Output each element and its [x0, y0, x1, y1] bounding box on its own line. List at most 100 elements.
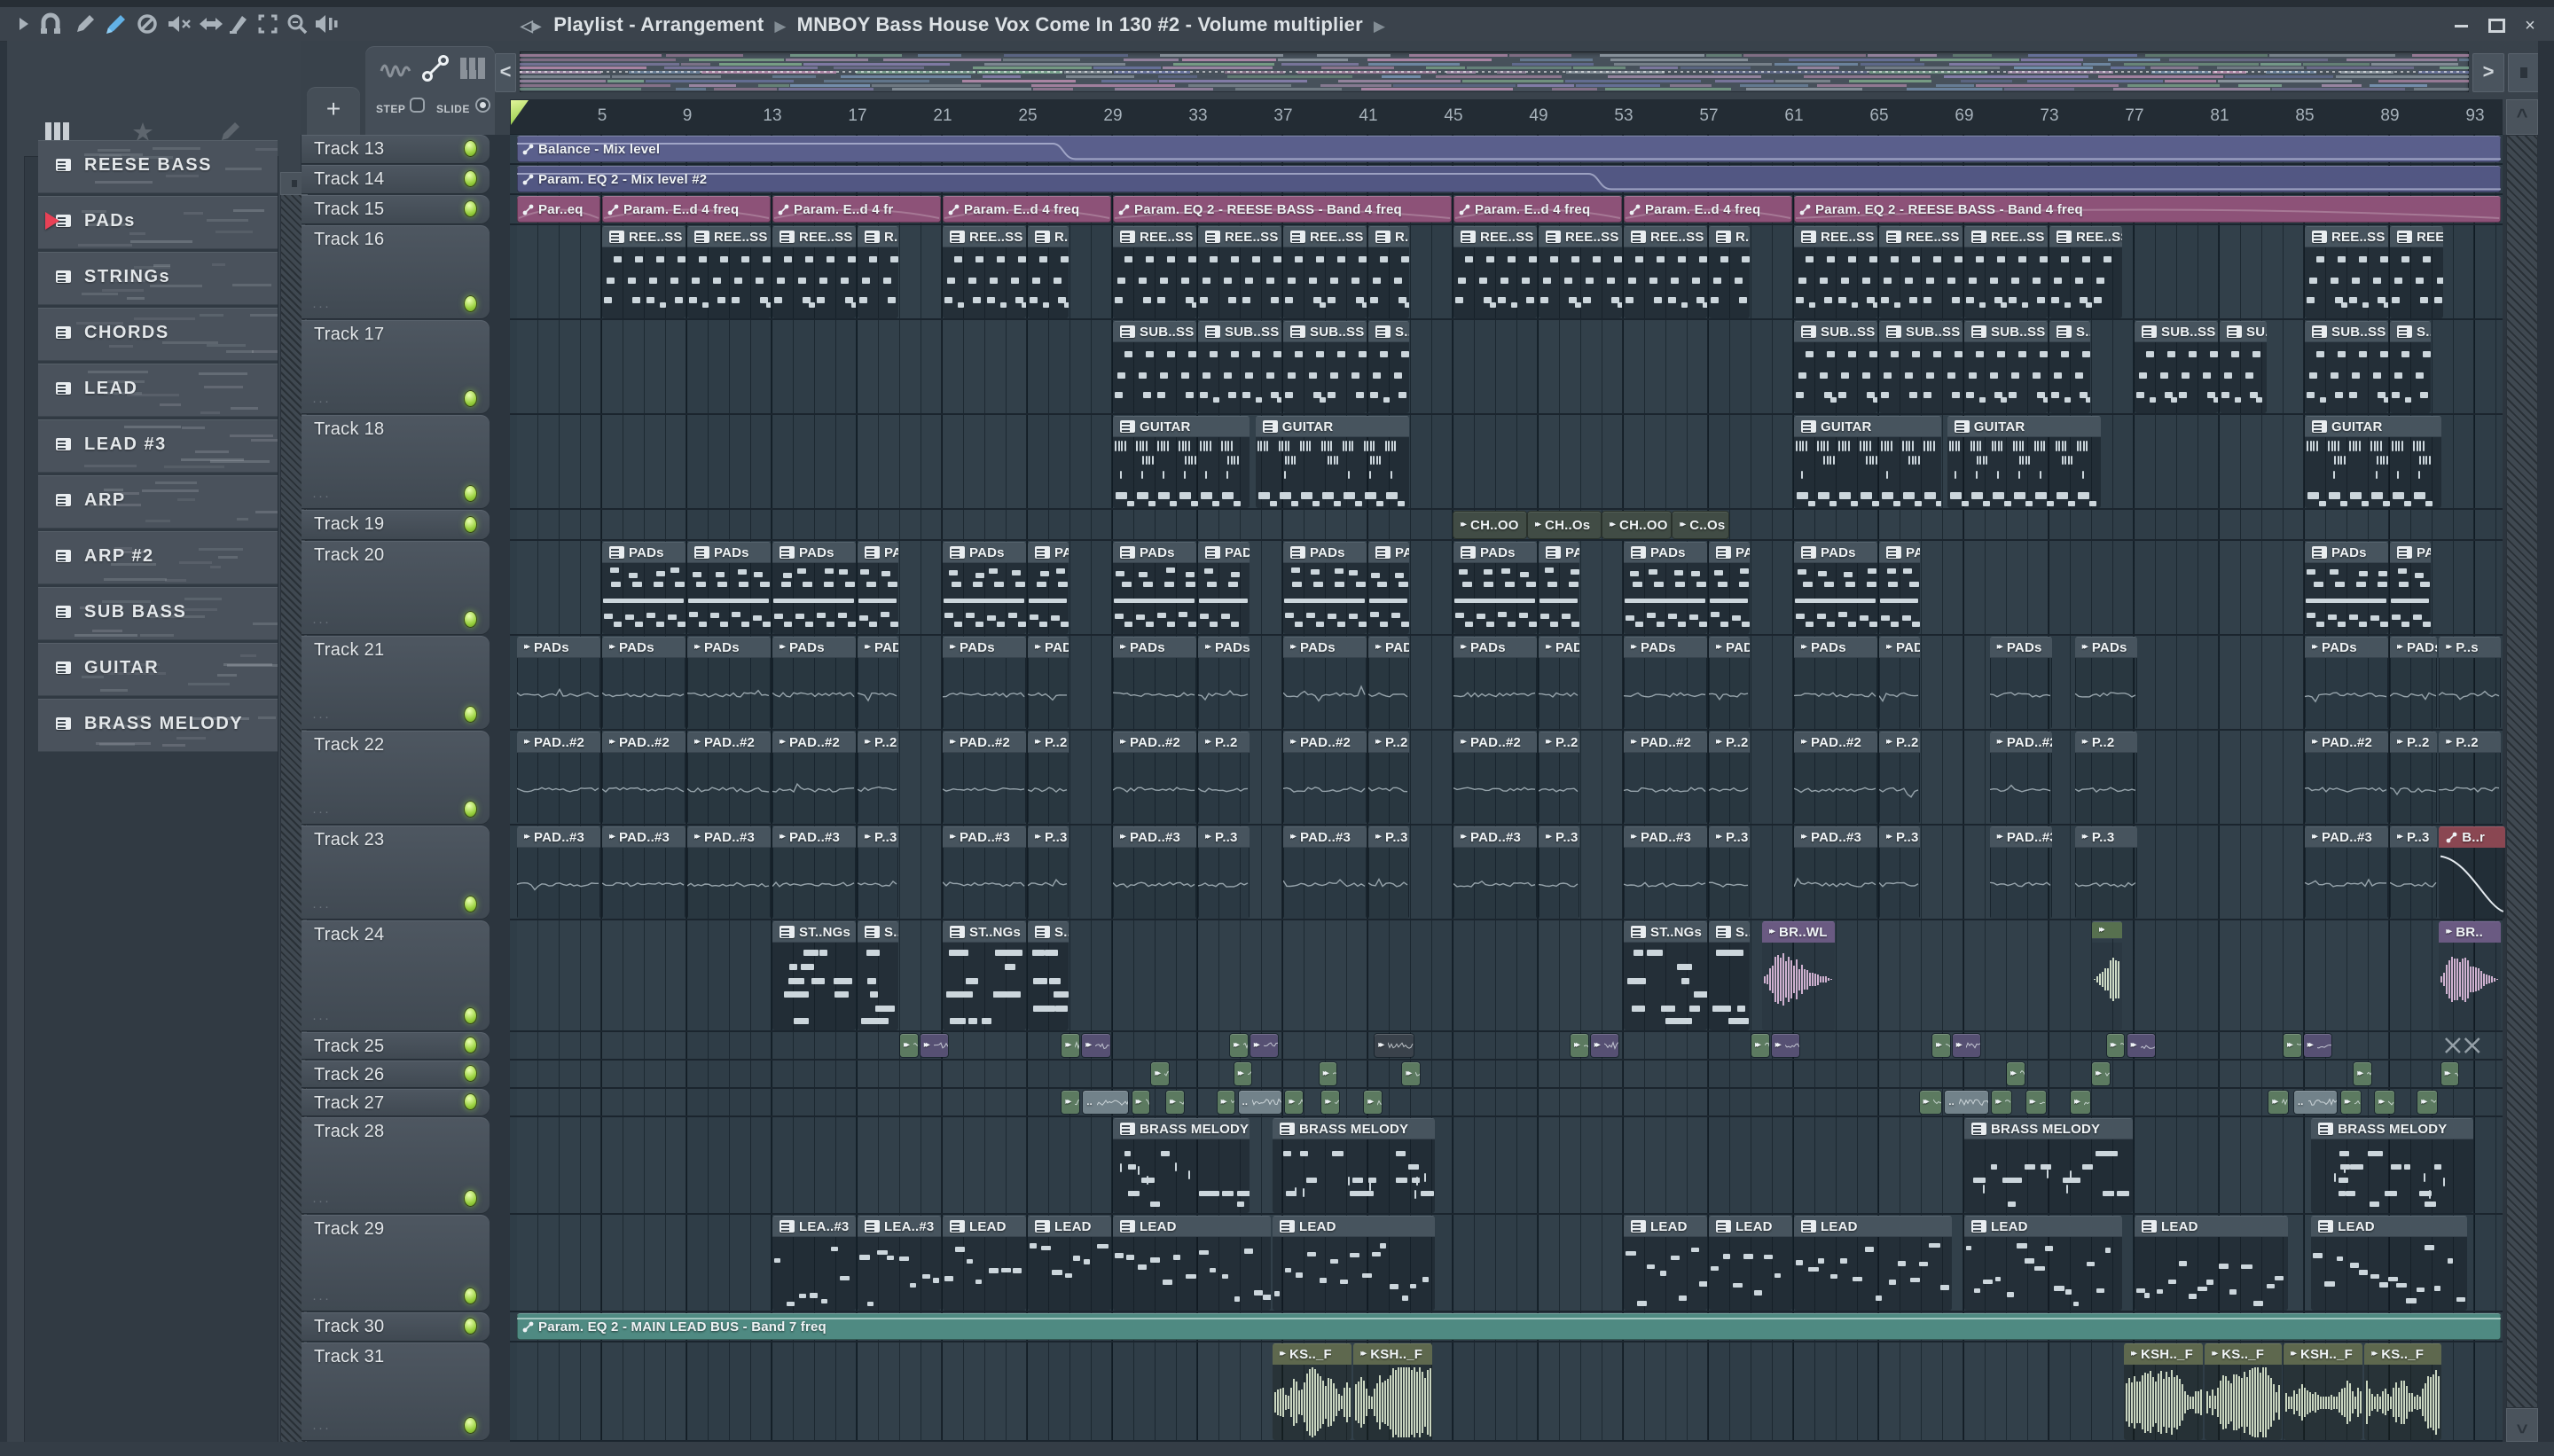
track-resize-dots[interactable]: ··· — [312, 614, 331, 630]
clip-pads[interactable]: PADs — [1368, 542, 1409, 634]
clip-pads[interactable]: ▸▸PADs — [602, 637, 686, 729]
track-header-30[interactable]: Track 30 — [302, 1312, 490, 1341]
clip-lead[interactable]: LEAD — [1113, 1216, 1271, 1311]
clip-ksh-f[interactable]: ▸▸ KSH.._F — [2284, 1343, 2363, 1440]
track-mute-led[interactable] — [464, 1093, 477, 1110]
clip-mutedX[interactable] — [2443, 1034, 2482, 1057]
playback-icon[interactable] — [314, 11, 339, 37]
track-header-25[interactable]: Track 25 — [302, 1032, 490, 1059]
clip-p-2[interactable]: ▸▸ P..2 — [1028, 732, 1069, 824]
clip-brass-melody[interactable]: BRASS MELODY — [1113, 1118, 1250, 1213]
clip-lead[interactable]: LEAD — [1624, 1216, 1707, 1311]
track-lane-31[interactable]: ▸▸ KS.._F ▸▸ KSH.._F ▸▸ KSH.._F ▸▸ KS.._F ▸▸ KSH.… — [510, 1342, 2503, 1442]
vertical-scrollbar[interactable] — [2506, 135, 2538, 1408]
clip-p-2[interactable]: ▸▸ P..2 — [1709, 732, 1750, 824]
track-mute-led[interactable] — [464, 896, 477, 912]
clip-ree-ss[interactable]: REE..SS — [687, 226, 771, 318]
select-icon[interactable] — [257, 11, 278, 37]
clip-s-s[interactable]: S..S — [2049, 321, 2090, 413]
clip-pads[interactable]: PADs — [2305, 542, 2388, 634]
track-lane-25[interactable]: ▸▸ ▸▸ ▸▸ ▸▸ ▸▸ ▸▸ ▸▸ ▸▸ ▸▸ ▸▸ ▸▸ ▸▸ ▸▸ ▸▸ ▸▸ ▸▸ ▸▸ — [510, 1032, 2503, 1061]
clip-pads[interactable]: PADs — [1879, 542, 1920, 634]
clip-ks-f[interactable]: ▸▸ KS.._F — [2205, 1343, 2282, 1440]
clip-sm[interactable]: ▸▸ — [2284, 1034, 2301, 1057]
clip-lea-#3[interactable]: LEA..#3 — [772, 1216, 856, 1311]
clip-pad-#2[interactable]: ▸▸PAD..#2 — [772, 732, 856, 824]
clip-p-3[interactable]: ▸▸ P..3 — [1539, 826, 1579, 919]
clip-pads[interactable]: ▸▸PADs — [517, 637, 600, 729]
track-lane-27[interactable]: ▸▸.. ▸▸ ▸▸ ▸▸.. ▸▸ ▸▸ ▸▸ ▸▸.. ▸▸ ▸▸ ▸▸ ▸▸.. ▸▸ ▸▸ ▸▸ — [510, 1089, 2503, 1117]
clip-ks-f[interactable]: ▸▸ KS.._F — [1273, 1343, 1352, 1440]
clip-sub-ss[interactable]: SUB..SS — [1113, 321, 1196, 413]
track-lane-14[interactable]: Param. EQ 2 - Mix level #2 — [510, 165, 2503, 195]
track-mute-led[interactable] — [464, 801, 477, 818]
clip-pads[interactable]: ▸▸PADs — [2074, 637, 2137, 729]
clip-pads[interactable]: PADs — [1539, 542, 1579, 634]
track-lane-28[interactable]: BRASS MELODY BRASS MELODY BRASS MELODY BRAS… — [510, 1117, 2503, 1215]
pencil-icon[interactable] — [74, 11, 96, 37]
clip-pads[interactable]: PADs — [858, 542, 898, 634]
pattern-item-arp-2[interactable]: ARP #2 — [38, 531, 278, 584]
clip-pads[interactable]: ▸▸PADs — [1198, 637, 1250, 729]
track-header-23[interactable]: Track 23 ··· — [302, 826, 490, 919]
track-header-24[interactable]: Track 24 ··· — [302, 920, 490, 1030]
clip-param-eq-2-main-lead-bus-band-7-freq[interactable]: Param. EQ 2 - MAIN LEAD BUS - Band 7 fre… — [517, 1313, 2502, 1340]
track-lane-18[interactable]: GUITAR GUITAR GUITAR GUITAR GUITAR — [510, 415, 2503, 510]
clip-sub-ss[interactable]: SUB..SS — [1198, 321, 1281, 413]
clip-sm[interactable]: ▸▸ — [1364, 1091, 1382, 1114]
clip-r-s[interactable]: R..S — [858, 226, 898, 318]
track-resize-dots[interactable]: ··· — [312, 1291, 331, 1306]
clip-ree-ss[interactable]: REE..SS — [2305, 226, 2388, 318]
clip-sm[interactable]: ▸▸ — [2375, 1091, 2395, 1114]
track-resize-dots[interactable]: ··· — [312, 804, 331, 819]
track-lane-17[interactable]: SUB..SSSUB..SSSUB..SSS..SSUB..SSSUB..SSS… — [510, 320, 2503, 415]
track-lane-20[interactable]: PADsPADsPADsPADsPADsPADsPADsPADsPADsPADs… — [510, 541, 2503, 636]
clip-sub-ss[interactable]: SUB..SS — [1964, 321, 2048, 413]
track-resize-dots[interactable]: ··· — [312, 1194, 331, 1209]
clip-par-eq[interactable]: Par..eq — [517, 196, 600, 223]
clip-sub-ss[interactable]: SUB..SS — [1879, 321, 1963, 413]
clip-pads[interactable]: PADs — [687, 542, 771, 634]
clip-pad-#2[interactable]: ▸▸PAD..#2 — [1453, 732, 1537, 824]
clip-pad-#3[interactable]: ▸▸PAD..#3 — [772, 826, 856, 919]
clip-sm[interactable]: ▸▸ — [2106, 1034, 2125, 1057]
clip-sm[interactable]: ▸▸ — [920, 1034, 949, 1057]
pattern-item-lead[interactable]: LEAD — [38, 364, 278, 417]
track-mute-led[interactable] — [464, 1007, 477, 1024]
clip-sm[interactable]: ▸▸ — [1062, 1034, 1079, 1057]
clip-pads[interactable]: ▸▸PADs — [943, 637, 1026, 729]
clip-lead[interactable]: LEAD — [1273, 1216, 1435, 1311]
track-resize-dots[interactable]: ··· — [312, 394, 331, 409]
scroll-down-button[interactable]: ^ — [2506, 1408, 2538, 1442]
track-header-26[interactable]: Track 26 — [302, 1061, 490, 1087]
clip-p-s[interactable]: ▸▸ P..s — [2439, 637, 2502, 729]
clip-sub-ss[interactable]: SUB..SS — [2305, 321, 2388, 413]
timeline-ruler[interactable]: 5 9 13 17 21 25 29 33 37 41 45 49 53 57 61 65 69 73 77 81 85… — [510, 99, 2503, 135]
track-resize-dots[interactable]: ··· — [312, 899, 331, 914]
clip-ree-ss[interactable]: REE..SS — [2390, 226, 2444, 318]
clip-pad-#2[interactable]: ▸▸PAD..#2 — [517, 732, 600, 824]
clip-ree-ss[interactable]: REE..SS — [1539, 226, 1622, 318]
clip-sm[interactable]: ▸▸ — [1234, 1062, 1252, 1085]
clip-sm[interactable]: ▸▸ — [1217, 1091, 1235, 1114]
clip-p-3[interactable]: ▸▸ P..3 — [1879, 826, 1920, 919]
clip-crashRev[interactable]: ▸▸ — [2092, 921, 2122, 1030]
track-header-27[interactable]: Track 27 — [302, 1089, 490, 1115]
clip-pads[interactable]: ▸▸PADs — [1539, 637, 1579, 729]
clip-sm[interactable]: ▸▸ — [2025, 1091, 2046, 1114]
clip-sm[interactable]: ▸▸ — [1082, 1034, 1110, 1057]
clip-pads[interactable]: PADs — [1198, 542, 1250, 634]
clip-pads[interactable]: PADs — [1113, 542, 1196, 634]
clip-sm[interactable]: .. — [2294, 1091, 2338, 1114]
clip-guitar[interactable]: GUITAR — [1794, 416, 1941, 508]
clip-ree-ss[interactable]: REE..SS — [1453, 226, 1537, 318]
clip-lead[interactable]: LEAD — [1964, 1216, 2122, 1311]
clip-ch-oo[interactable]: ▸▸ CH..OO — [1453, 512, 1526, 538]
clip-pads[interactable]: ▸▸PADs — [1028, 637, 1069, 729]
clip-sm[interactable]: ▸▸ — [2127, 1034, 2156, 1057]
track-mute-led[interactable] — [464, 1065, 477, 1082]
clip-s-gs[interactable]: S..Gs — [858, 921, 898, 1030]
clip-sub-ss[interactable]: SUB..SS — [1283, 321, 1367, 413]
clip-b-r[interactable]: B..r — [2439, 826, 2505, 919]
track-mute-led[interactable] — [464, 1318, 477, 1335]
